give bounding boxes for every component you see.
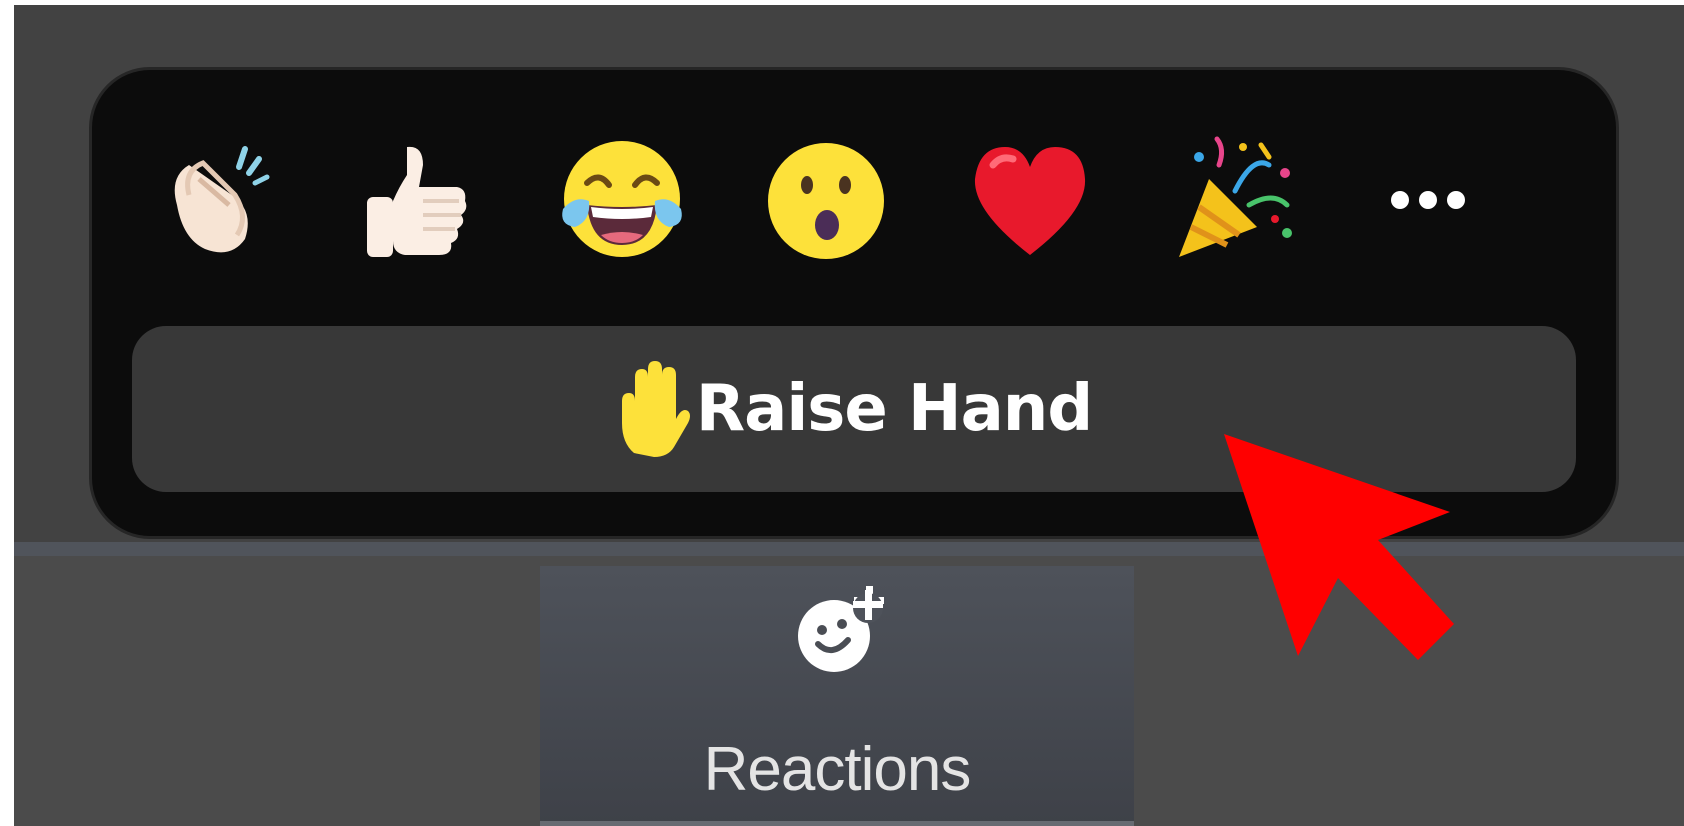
- clapping-hands-icon: [174, 146, 270, 253]
- red-heart-icon: [974, 147, 1086, 255]
- screenshot-canvas: Reactions Raise Hand: [0, 0, 1684, 826]
- reaction-tears-of-joy[interactable]: [552, 130, 692, 270]
- add-reaction-icon: [798, 586, 884, 672]
- reaction-party-popper[interactable]: [1164, 130, 1304, 270]
- reaction-clapping-hands[interactable]: [144, 130, 284, 270]
- reactions-tab-indicator: [540, 821, 1134, 826]
- more-reactions-button[interactable]: [1358, 130, 1498, 270]
- thumbs-up-icon: [367, 146, 467, 257]
- emoji-reaction-row: [92, 130, 1616, 270]
- reactions-label: Reactions: [703, 735, 972, 804]
- tears-of-joy-icon: [562, 141, 682, 257]
- reactions-button[interactable]: Reactions: [540, 566, 1134, 826]
- reaction-thumbs-up[interactable]: [348, 130, 488, 270]
- raise-hand-label: Raise Hand: [695, 372, 1093, 446]
- more-horizontal-icon: [1447, 191, 1465, 209]
- open-mouth-icon: [768, 143, 884, 259]
- annotation-arrow-icon: [1224, 434, 1454, 660]
- more-horizontal-icon: [1419, 191, 1437, 209]
- party-popper-icon: [1179, 136, 1292, 257]
- raised-hand-icon: [621, 361, 690, 457]
- reaction-open-mouth[interactable]: [756, 130, 896, 270]
- reaction-red-heart[interactable]: [960, 130, 1100, 270]
- more-horizontal-icon: [1391, 191, 1409, 209]
